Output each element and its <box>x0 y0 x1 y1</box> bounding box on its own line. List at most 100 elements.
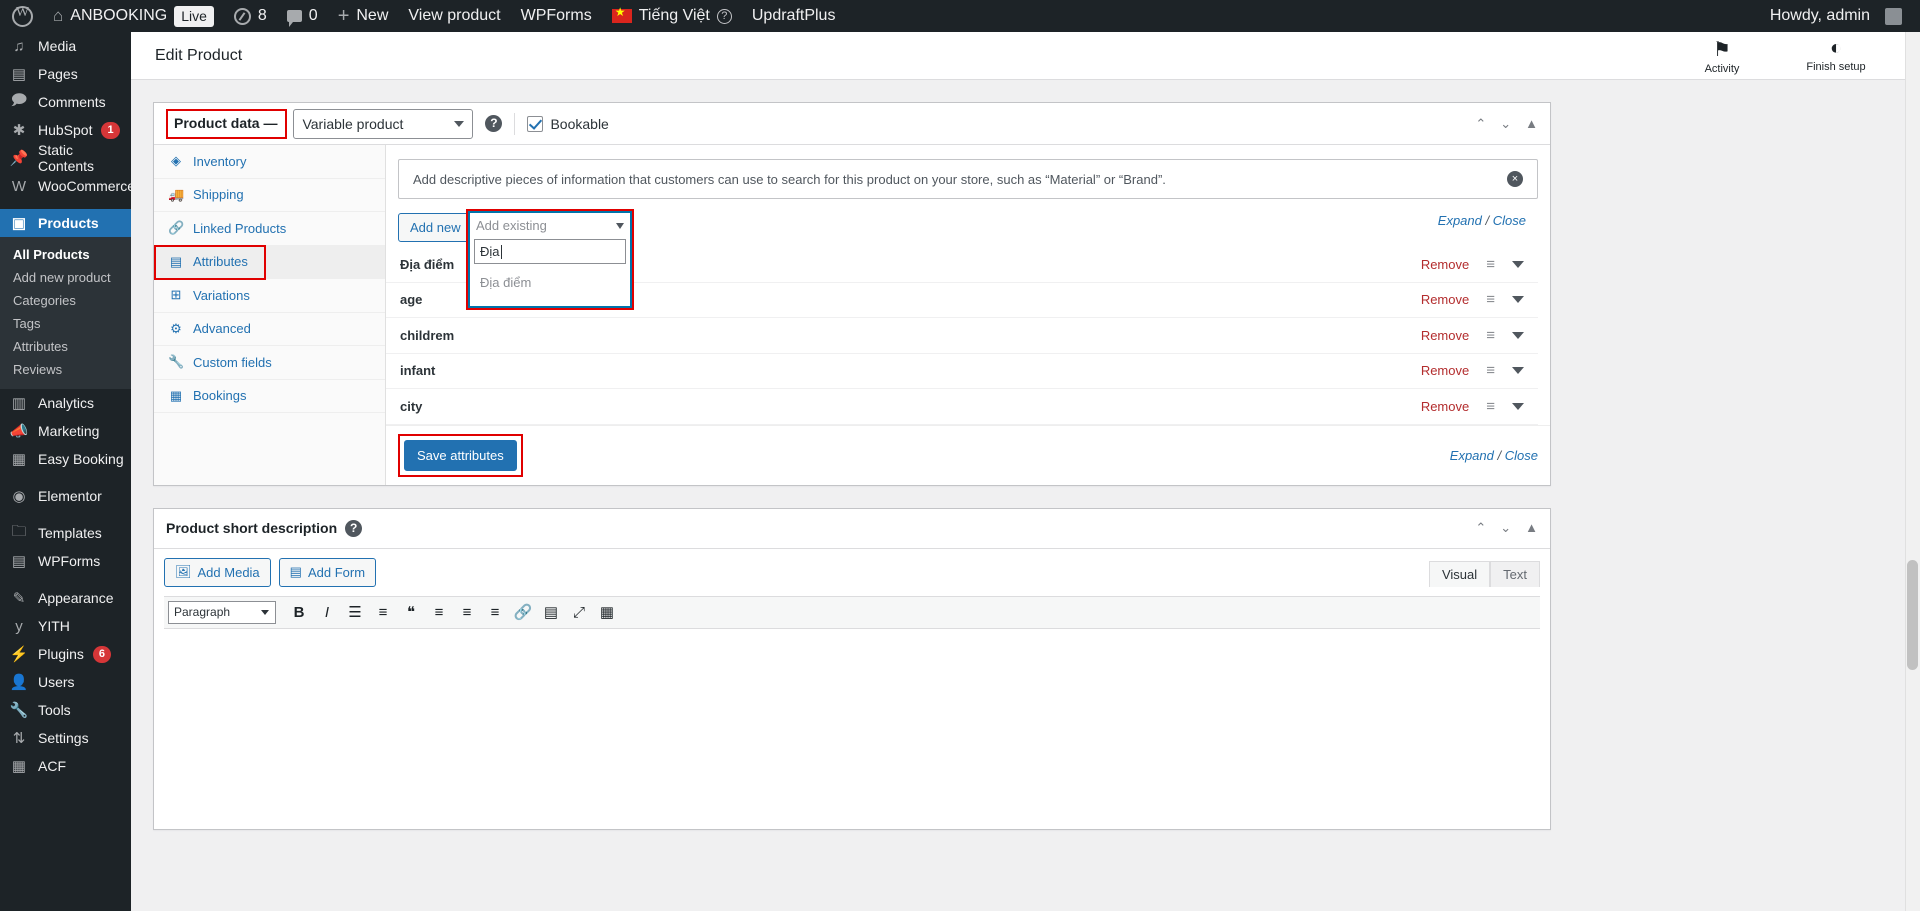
sidebar-item-pages[interactable]: ▤ Pages <box>0 60 131 88</box>
add-media-button[interactable]: 🖼 Add Media <box>164 557 271 587</box>
my-account-menu[interactable]: Howdy, admin <box>1760 0 1912 32</box>
expand-link-bottom[interactable]: Expand <box>1450 448 1494 463</box>
attribute-search-input[interactable]: Địa <box>474 239 626 264</box>
align-center-icon[interactable]: ≡ <box>454 600 480 625</box>
align-right-icon[interactable]: ≡ <box>482 600 508 625</box>
sidebar-item-media[interactable]: ♫ Media <box>0 32 131 60</box>
sidebar-item-comments[interactable]: 🗩 Comments <box>0 88 131 116</box>
view-product-menu[interactable]: View product <box>398 0 510 32</box>
drag-handle-icon[interactable]: ≡ <box>1486 398 1495 415</box>
close-link-bottom[interactable]: Close <box>1505 448 1538 463</box>
product-data-tab-custom-fields[interactable]: 🔧 Custom fields <box>154 346 385 380</box>
product-type-select[interactable]: Variable product <box>293 108 474 139</box>
scrollbar-thumb[interactable] <box>1907 560 1918 670</box>
remove-attribute-link[interactable]: Remove <box>1421 328 1469 343</box>
help-tip-icon[interactable]: ? <box>485 115 503 132</box>
numbered-list-icon[interactable]: ≡ <box>370 600 396 625</box>
sidebar-item-elementor[interactable]: ◉ Elementor <box>0 482 131 510</box>
move-down-icon[interactable]: ⌄ <box>1500 520 1511 536</box>
product-data-tab-inventory[interactable]: ◈ Inventory <box>154 145 385 179</box>
sidebar-item-analytics[interactable]: ▥ Analytics <box>0 389 131 417</box>
sidebar-subitem-tags[interactable]: Tags <box>0 312 131 335</box>
toggle-panel-icon[interactable]: ▲ <box>1525 520 1538 536</box>
add-new-attribute-button[interactable]: Add new <box>398 213 473 242</box>
product-data-tab-bookings[interactable]: ▦ Bookings <box>154 380 385 413</box>
chevron-down-icon[interactable] <box>1512 296 1524 304</box>
link-icon[interactable]: 🔗 <box>510 600 536 625</box>
product-data-tab-attributes[interactable]: ▤ Attributes <box>154 244 385 280</box>
table-row[interactable]: city Remove ≡ <box>386 389 1538 425</box>
drag-handle-icon[interactable]: ≡ <box>1486 327 1495 344</box>
sidebar-item-acf[interactable]: ▦ ACF <box>0 752 131 780</box>
sidebar-item-hubspot[interactable]: ✱ HubSpot 1 <box>0 116 131 144</box>
product-data-tab-variations[interactable]: ⊞ Variations <box>154 279 385 313</box>
align-left-icon[interactable]: ≡ <box>426 600 452 625</box>
chevron-down-icon[interactable] <box>1512 367 1524 375</box>
paragraph-format-select[interactable]: Paragraph <box>168 600 276 624</box>
drag-handle-icon[interactable]: ≡ <box>1486 256 1495 273</box>
product-data-tab-shipping[interactable]: 🚚 Shipping <box>154 179 385 212</box>
toolbar-toggle-icon[interactable]: ▦ <box>594 600 620 625</box>
sidebar-item-static-contents[interactable]: 📌 Static Contents <box>0 142 131 174</box>
sidebar-item-templates[interactable]: 🗀 Templates <box>0 519 131 547</box>
sidebar-item-woocommerce[interactable]: W WooCommerce <box>0 172 131 200</box>
language-menu[interactable]: Tiếng Việt ? <box>602 0 742 32</box>
sidebar-item-wpforms[interactable]: ▤ WPForms <box>0 547 131 575</box>
chevron-down-icon[interactable] <box>1512 402 1524 410</box>
sidebar-item-yith[interactable]: y YITH <box>0 612 131 640</box>
save-attributes-button[interactable]: Save attributes <box>404 439 517 471</box>
table-row[interactable]: infant Remove ≡ <box>386 354 1538 389</box>
editor-content-area[interactable] <box>164 628 1540 829</box>
bold-icon[interactable]: B <box>286 600 312 625</box>
product-data-tab-advanced[interactable]: ⚙ Advanced <box>154 313 385 346</box>
remove-attribute-link[interactable]: Remove <box>1421 363 1469 378</box>
move-down-icon[interactable]: ⌄ <box>1500 116 1511 132</box>
tab-visual[interactable]: Visual <box>1428 560 1491 587</box>
product-data-tab-linked-products[interactable]: 🔗 Linked Products <box>154 212 385 246</box>
toggle-panel-icon[interactable]: ▲ <box>1525 116 1538 132</box>
tab-text[interactable]: Text <box>1490 560 1540 587</box>
expand-link-top[interactable]: Expand <box>1438 213 1482 228</box>
move-up-icon[interactable]: ⌃ <box>1475 520 1486 536</box>
add-form-button[interactable]: ▤ Add Form <box>278 557 377 587</box>
wpforms-menu[interactable]: WPForms <box>511 0 602 32</box>
updraftplus-menu[interactable]: UpdraftPlus <box>742 0 846 32</box>
sidebar-item-plugins[interactable]: ⚡ Plugins 6 <box>0 640 131 668</box>
chevron-down-icon[interactable] <box>1512 260 1524 268</box>
bookable-checkbox-label[interactable]: Bookable <box>527 115 609 132</box>
sidebar-subitem-categories[interactable]: Categories <box>0 289 131 312</box>
drag-handle-icon[interactable]: ≡ <box>1486 291 1495 308</box>
sidebar-item-settings[interactable]: ⇅ Settings <box>0 724 131 752</box>
move-up-icon[interactable]: ⌃ <box>1475 116 1486 132</box>
close-link-top[interactable]: Close <box>1493 213 1526 228</box>
wp-logo-menu[interactable] <box>0 0 43 32</box>
sidebar-subitem-all-products[interactable]: All Products <box>0 243 131 266</box>
close-icon[interactable]: × <box>1507 171 1523 187</box>
add-existing-dropdown[interactable]: Add existing Địa Địa điểm <box>468 211 632 308</box>
site-name-menu[interactable]: ⌂ ANBOOKING Live <box>43 0 224 32</box>
remove-attribute-link[interactable]: Remove <box>1421 257 1469 272</box>
new-content-menu[interactable]: + New <box>328 0 399 32</box>
read-more-icon[interactable]: ▤ <box>538 600 564 625</box>
sidebar-subitem-reviews[interactable]: Reviews <box>0 358 131 381</box>
chevron-down-icon[interactable] <box>1512 331 1524 339</box>
updates-menu[interactable]: 8 <box>224 0 277 32</box>
activity-button[interactable]: ⚑ Activity <box>1686 37 1758 75</box>
remove-attribute-link[interactable]: Remove <box>1421 292 1469 307</box>
add-existing-toggle[interactable]: Add existing <box>470 213 630 238</box>
sidebar-item-marketing[interactable]: 📣 Marketing <box>0 417 131 445</box>
drag-handle-icon[interactable]: ≡ <box>1486 362 1495 379</box>
fullscreen-icon[interactable]: ⤢ <box>566 600 592 625</box>
sidebar-item-appearance[interactable]: ✎ Appearance <box>0 584 131 612</box>
finish-setup-button[interactable]: ◐ Finish setup <box>1800 37 1872 75</box>
question-icon[interactable]: ? <box>716 8 732 24</box>
sidebar-item-easy-booking[interactable]: ▦ Easy Booking <box>0 445 131 473</box>
italic-icon[interactable]: I <box>314 600 340 625</box>
comments-menu[interactable]: 0 <box>277 0 328 32</box>
sidebar-item-products[interactable]: ▣ Products <box>0 209 131 237</box>
dropdown-option[interactable]: Địa điểm <box>470 273 630 292</box>
sidebar-item-users[interactable]: 👤 Users <box>0 668 131 696</box>
bulleted-list-icon[interactable]: ☰ <box>342 600 368 625</box>
sidebar-item-tools[interactable]: 🔧 Tools <box>0 696 131 724</box>
sidebar-subitem-attributes[interactable]: Attributes <box>0 335 131 358</box>
